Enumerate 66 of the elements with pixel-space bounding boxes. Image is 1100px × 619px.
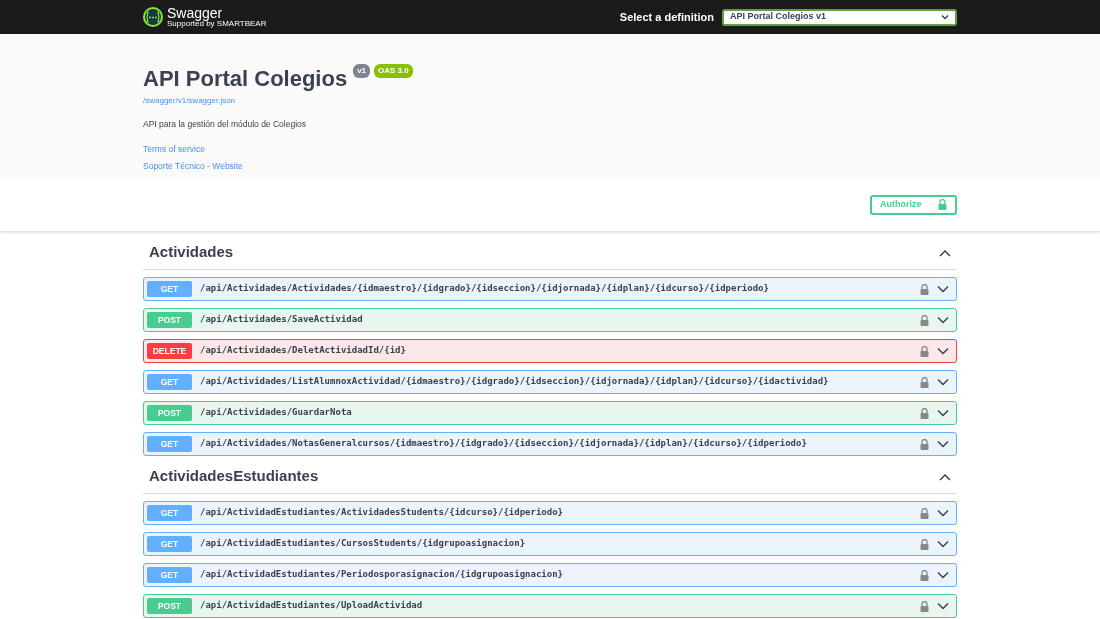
lock-icon[interactable]	[920, 314, 929, 326]
chevron-icon[interactable]	[937, 378, 949, 386]
endpoint-path: /api/Actividades/DeletActividadId/{id}	[200, 344, 407, 358]
lock-icon[interactable]	[920, 283, 929, 295]
chevron-icon[interactable]	[937, 316, 949, 324]
lock-icon[interactable]	[920, 538, 929, 550]
api-description: API para la gestión del módulo de Colegios	[143, 118, 308, 131]
endpoint-path: /api/ActividadEstudiantes/Periodosporasignacion/{idgrupoasignacion}	[200, 568, 565, 582]
method-badge: DELETE	[147, 343, 192, 359]
endpoint-path: /api/Actividades/SaveActividad	[200, 313, 364, 327]
chevron-icon[interactable]	[937, 509, 949, 517]
operation-row[interactable]: GET /api/ActividadEstudiantes/ActividadesStudents/{idcurso}/{idperiodo}	[143, 501, 957, 525]
lock-icon[interactable]	[920, 407, 929, 419]
endpoint-path: /api/Actividades/NotasGeneralcursos/{idmaestro}/{idgrado}/{idseccion}/{idjornada}/{idplan}/{idcurso}/{idperiodo}	[200, 437, 808, 451]
chevron-icon[interactable]	[937, 347, 949, 355]
operation-row[interactable]: GET /api/Actividades/NotasGeneralcursos/{idmaestro}/{idgrado}/{idseccion}/{idjornada}/{idplan}/{idcurso}/{idperiodo}	[143, 432, 957, 456]
operation-row[interactable]: GET /api/ActividadEstudiantes/Periodosporasignacion/{idgrupoasignacion}	[143, 563, 957, 587]
operation-row[interactable]: POST /api/ActividadEstudiantes/UploadActividad	[143, 594, 957, 618]
definition-select[interactable]: API Portal Colegios v1	[722, 8, 957, 26]
lock-icon[interactable]	[920, 376, 929, 388]
method-badge: GET	[147, 374, 192, 390]
section-header[interactable]: ActividadesEstudiantes	[143, 460, 957, 494]
method-badge: GET	[147, 536, 192, 552]
method-badge: POST	[147, 405, 192, 421]
brand-name: Swagger	[167, 5, 224, 20]
chevron-icon[interactable]	[939, 248, 951, 257]
oas-badge: OAS 3.0	[374, 64, 413, 78]
operation-row[interactable]: POST /api/Actividades/GuardarNota	[143, 401, 957, 425]
lock-icon[interactable]	[920, 345, 929, 357]
endpoint-path: /api/Actividades/Actividades/{idmaestro}/{idgrado}/{idseccion}/{idjornada}/{idplan}/{idcurso}/{idperiodo}	[200, 282, 770, 296]
endpoint-path: /api/ActividadEstudiantes/UploadActividad	[200, 599, 424, 613]
chevron-icon[interactable]	[937, 409, 949, 417]
operation-row[interactable]: GET /api/ActividadEstudiantes/CursosStudents/{idgrupoasignacion}	[143, 532, 957, 556]
method-badge: GET	[147, 436, 192, 452]
chevron-icon[interactable]	[939, 472, 951, 481]
operation-row[interactable]: DELETE /api/Actividades/DeletActividadId/{id}	[143, 339, 957, 363]
operation-row[interactable]: GET /api/Actividades/ListAlumnoxActividad/{idmaestro}/{idgrado}/{idseccion}/{idjornada}/{idplan}/{idcurso}/{idactividad}	[143, 370, 957, 394]
endpoint-path: /api/Actividades/ListAlumnoxActividad/{idmaestro}/{idgrado}/{idseccion}/{idjornada}/{idplan}/{idcurso}/{idactividad}	[200, 375, 830, 389]
lock-icon	[938, 199, 947, 210]
method-badge: POST	[147, 312, 192, 328]
lock-icon[interactable]	[920, 600, 929, 612]
method-badge: GET	[147, 505, 192, 521]
lock-icon[interactable]	[920, 569, 929, 581]
operation-row[interactable]: GET /api/Actividades/Actividades/{idmaestro}/{idgrado}/{idseccion}/{idjornada}/{idplan}/{idcurso}/{idperiodo}	[143, 277, 957, 301]
chevron-icon[interactable]	[937, 440, 949, 448]
section-title: Actividades	[149, 242, 234, 263]
method-badge: GET	[147, 281, 192, 297]
endpoint-path: /api/Actividades/GuardarNota	[200, 406, 353, 420]
endpoint-path: /api/ActividadEstudiantes/CursosStudents/{idgrupoasignacion}	[200, 537, 527, 551]
method-badge: POST	[147, 598, 192, 614]
method-badge: GET	[147, 567, 192, 583]
section-title: ActividadesEstudiantes	[149, 466, 319, 487]
caret-icon	[941, 14, 949, 20]
logo-icon	[143, 7, 163, 27]
chevron-icon[interactable]	[937, 540, 949, 548]
definition-label: Select a definition	[619, 9, 714, 25]
endpoint-path: /api/ActividadEstudiantes/ActividadesStudents/{idcurso}/{idperiodo}	[200, 506, 565, 520]
chevron-icon[interactable]	[937, 285, 949, 293]
operation-row[interactable]: POST /api/Actividades/SaveActividad	[143, 308, 957, 332]
section-header[interactable]: Actividades	[143, 236, 957, 270]
lock-icon[interactable]	[920, 438, 929, 450]
chevron-icon[interactable]	[937, 571, 949, 579]
api-title: API Portal Colegios	[143, 65, 348, 93]
version-badge: v1	[353, 64, 371, 78]
lock-icon[interactable]	[920, 507, 929, 519]
chevron-icon[interactable]	[937, 602, 949, 610]
